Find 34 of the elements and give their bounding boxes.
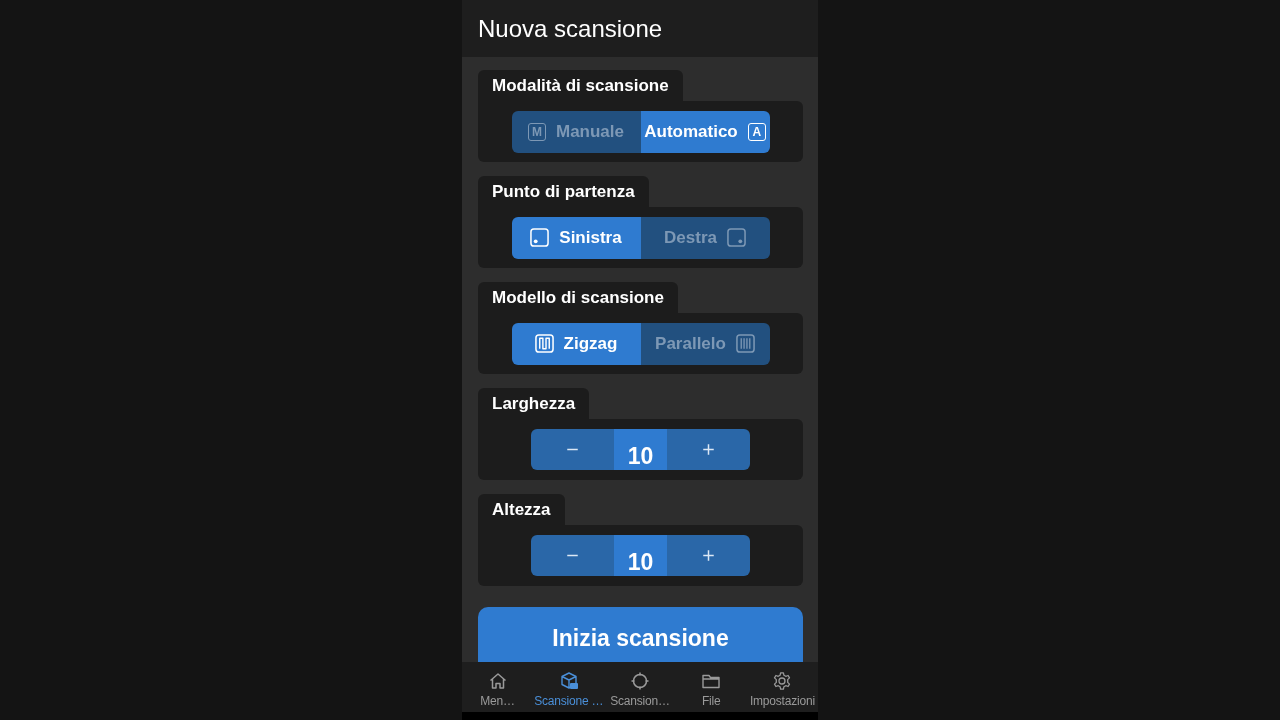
toggle-option[interactable]: M Manuale — [511, 110, 641, 153]
plus-icon — [701, 548, 716, 563]
toggle-option[interactable]: Parallelo — [640, 322, 770, 365]
home-icon — [487, 671, 508, 691]
section-label: Altezza — [478, 494, 565, 525]
nav-tab[interactable]: Men… — [462, 662, 534, 712]
nav-tab[interactable]: Impostazioni — [746, 662, 818, 712]
screen-title: Nuova scansione — [478, 16, 663, 41]
toggle-option[interactable]: Sinistra — [511, 216, 641, 259]
serpentine-icon — [534, 334, 554, 353]
value-field[interactable]: 10 — [614, 429, 667, 470]
section-label: Modello di scansione — [478, 282, 678, 313]
vertical-lines-icon — [735, 334, 755, 353]
plus-icon — [701, 442, 716, 457]
toggle-option[interactable]: Destra — [640, 216, 770, 259]
toggle-option[interactable]: Automatico A — [640, 110, 770, 153]
section-label: Punto di partenza — [478, 176, 649, 207]
nav-tab[interactable]: File — [675, 662, 747, 712]
toggle-option[interactable]: Zigzag — [511, 322, 641, 365]
settings-icon — [772, 671, 793, 691]
crosshair-icon — [630, 671, 650, 691]
increment-button[interactable] — [667, 429, 750, 470]
nav-tab[interactable]: Scansion… — [604, 662, 676, 712]
increment-button[interactable] — [667, 535, 750, 576]
decrement-button[interactable] — [531, 429, 614, 470]
section-label: Larghezza — [478, 388, 590, 419]
letter-tile: A — [747, 122, 766, 141]
cube-icon — [558, 671, 579, 691]
value-field[interactable]: 10 — [614, 535, 667, 576]
start-scan-button[interactable]: Inizia scansione — [478, 607, 803, 662]
nav-tab[interactable]: Scansione … — [533, 662, 605, 712]
decrement-button[interactable] — [531, 535, 614, 576]
section-label: Modalità di scansione — [478, 70, 683, 101]
letter-tile: M — [528, 122, 546, 141]
